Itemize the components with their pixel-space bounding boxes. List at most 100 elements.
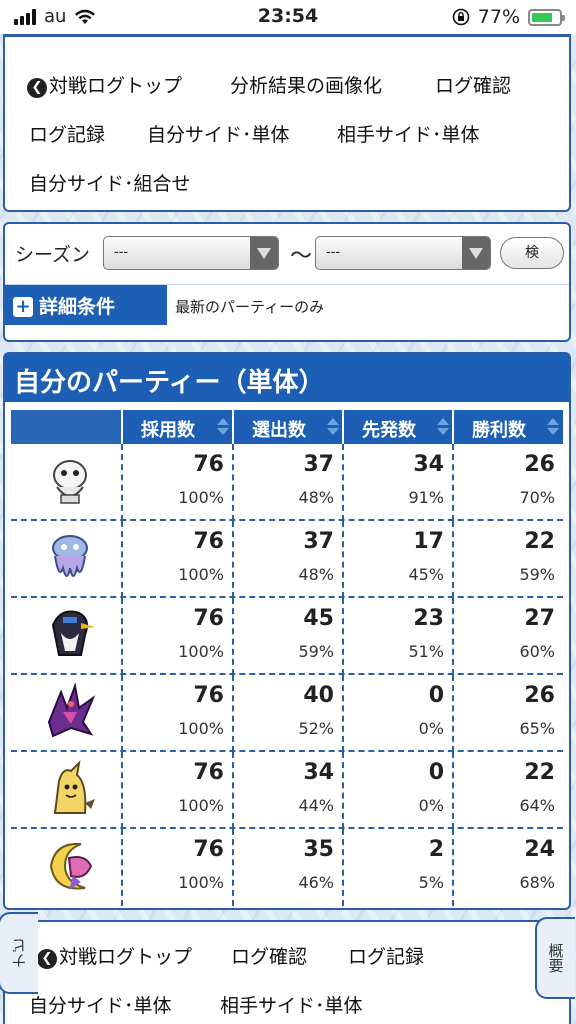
stat-cell: 0 0% — [342, 752, 452, 829]
stat-percent: 59% — [519, 565, 555, 584]
detail-conditions-toggle[interactable]: + 詳細条件 — [5, 285, 167, 325]
stat-count: 26 — [524, 452, 555, 477]
stat-cell: 23 51% — [342, 598, 452, 675]
stat-percent: 46% — [298, 873, 334, 892]
stat-count: 34 — [303, 760, 334, 785]
stat-count: 0 — [428, 760, 444, 785]
stat-count: 34 — [413, 452, 444, 477]
stat-cell: 26 70% — [452, 444, 563, 521]
crow-pokemon-icon — [51, 610, 95, 656]
top-nav-panel: ❮ 対戦ログトップ 分析結果の画像化 ログ確認 ログ記録 自分サイド･単体 相手サ… — [3, 34, 571, 212]
table-row: 76 100% 45 59% 23 51% 27 60% — [11, 598, 563, 675]
stat-cell: 22 59% — [452, 521, 563, 598]
stat-percent: 5% — [418, 873, 444, 892]
nav-link-log-check[interactable]: ログ確認 — [435, 71, 511, 98]
stat-count: 76 — [193, 529, 224, 554]
nav-link-battle-log-top[interactable]: ❮ 対戦ログトップ — [37, 942, 192, 969]
stat-count: 37 — [303, 529, 334, 554]
stat-percent: 51% — [408, 642, 444, 661]
stat-percent: 48% — [298, 565, 334, 584]
stat-percent: 70% — [519, 488, 555, 507]
jellyfish-pokemon-icon — [52, 535, 88, 577]
table-row: 76 100% 37 48% 17 45% 22 59% — [11, 521, 563, 598]
party-stats-panel: 自分のパーティー（単体） 採用数 選出数 先発数 勝利数 76 100% 37 48%… — [3, 352, 571, 910]
stat-percent: 100% — [178, 873, 224, 892]
stat-cell: 76 100% — [121, 675, 232, 752]
stat-count: 22 — [524, 529, 555, 554]
stat-cell: 34 44% — [232, 752, 342, 829]
stat-count: 76 — [193, 452, 224, 477]
season-to-value: --- — [326, 245, 341, 260]
stat-cell: 76 100% — [121, 829, 232, 906]
season-from-select[interactable]: --- — [103, 236, 279, 270]
chevron-down-icon — [250, 237, 278, 269]
detail-conditions-value: 最新のパーティーのみ — [175, 298, 325, 316]
stat-percent: 60% — [519, 642, 555, 661]
stat-cell: 35 46% — [232, 829, 342, 906]
overview-side-tab[interactable]: 概要 — [535, 917, 575, 999]
chevron-down-icon — [462, 237, 490, 269]
detail-conditions-row: + 詳細条件 最新のパーティーのみ — [5, 284, 569, 325]
stat-cell: 2 5% — [342, 829, 452, 906]
stat-count: 17 — [413, 529, 444, 554]
column-header-lead[interactable]: 先発数 — [342, 410, 453, 444]
nav-link-analysis-image[interactable]: 分析結果の画像化 — [230, 71, 382, 98]
stat-count: 76 — [193, 837, 224, 862]
nav-link-log-check[interactable]: ログ確認 — [231, 942, 307, 969]
stat-cell: 76 100% — [121, 521, 232, 598]
table-row: 76 100% 40 52% 0 0% 26 65% — [11, 675, 563, 752]
stat-count: 22 — [524, 760, 555, 785]
stat-percent: 44% — [298, 796, 334, 815]
stat-count: 40 — [303, 683, 334, 708]
stat-cell: 26 65% — [452, 675, 563, 752]
column-header-picked[interactable]: 選出数 — [232, 410, 343, 444]
stat-percent: 48% — [298, 488, 334, 507]
stat-cell: 27 60% — [452, 598, 563, 675]
status-right: 77% — [452, 6, 565, 28]
nav-link-own-combination[interactable]: 自分サイド･組合せ — [29, 169, 191, 196]
stat-percent: 100% — [178, 796, 224, 815]
column-header-adopt[interactable]: 採用数 — [121, 410, 233, 444]
stat-count: 27 — [524, 606, 555, 631]
table-row: 76 100% 35 46% 2 5% 24 68% — [11, 829, 563, 906]
nav-link-opponent-single[interactable]: 相手サイド･単体 — [337, 120, 480, 147]
stat-count: 0 — [428, 683, 444, 708]
stat-percent: 100% — [178, 719, 224, 738]
stat-cell: 17 45% — [342, 521, 452, 598]
stat-percent: 59% — [298, 642, 334, 661]
party-title: 自分のパーティー（単体） — [5, 354, 569, 402]
back-arrow-icon: ❮ — [27, 78, 47, 98]
search-button[interactable]: 検 — [500, 237, 564, 269]
nav-link-own-single[interactable]: 自分サイド･単体 — [29, 991, 172, 1018]
stat-count: 24 — [524, 837, 555, 862]
stat-cell: 34 91% — [342, 444, 452, 521]
nav-link-battle-log-top[interactable]: ❮ 対戦ログトップ — [27, 71, 182, 98]
stat-percent: 100% — [178, 565, 224, 584]
table-header: 採用数 選出数 先発数 勝利数 — [11, 410, 563, 444]
navi-side-tab[interactable]: ナビ — [0, 912, 38, 994]
season-from-value: --- — [114, 245, 129, 260]
disguise-pokemon-icon — [53, 760, 95, 814]
stat-percent: 45% — [408, 565, 444, 584]
nav-link-opponent-single[interactable]: 相手サイド･単体 — [220, 991, 363, 1018]
stat-count: 76 — [193, 606, 224, 631]
column-header-wins[interactable]: 勝利数 — [452, 410, 563, 444]
orientation-lock-icon — [452, 8, 470, 26]
crescent-pokemon-icon — [49, 842, 93, 890]
bottom-nav-panel: ❮ 対戦ログトップ ログ確認 ログ記録 自分サイド･単体 相手サイド･単体 — [3, 920, 571, 1024]
season-to-select[interactable]: --- — [315, 236, 491, 270]
stat-count: 76 — [193, 683, 224, 708]
stat-cell: 40 52% — [232, 675, 342, 752]
stat-cell: 37 48% — [232, 521, 342, 598]
stat-cell: 0 0% — [342, 675, 452, 752]
stat-percent: 100% — [178, 488, 224, 507]
stat-count: 76 — [193, 760, 224, 785]
stat-count: 23 — [413, 606, 444, 631]
nav-link-own-single[interactable]: 自分サイド･単体 — [147, 120, 290, 147]
stat-cell: 37 48% — [232, 444, 342, 521]
status-bar: au 23:54 77% — [0, 0, 576, 34]
nav-link-log-record[interactable]: ログ記録 — [348, 942, 424, 969]
stat-percent: 100% — [178, 642, 224, 661]
stat-cell: 45 59% — [232, 598, 342, 675]
nav-link-log-record[interactable]: ログ記録 — [29, 120, 105, 147]
